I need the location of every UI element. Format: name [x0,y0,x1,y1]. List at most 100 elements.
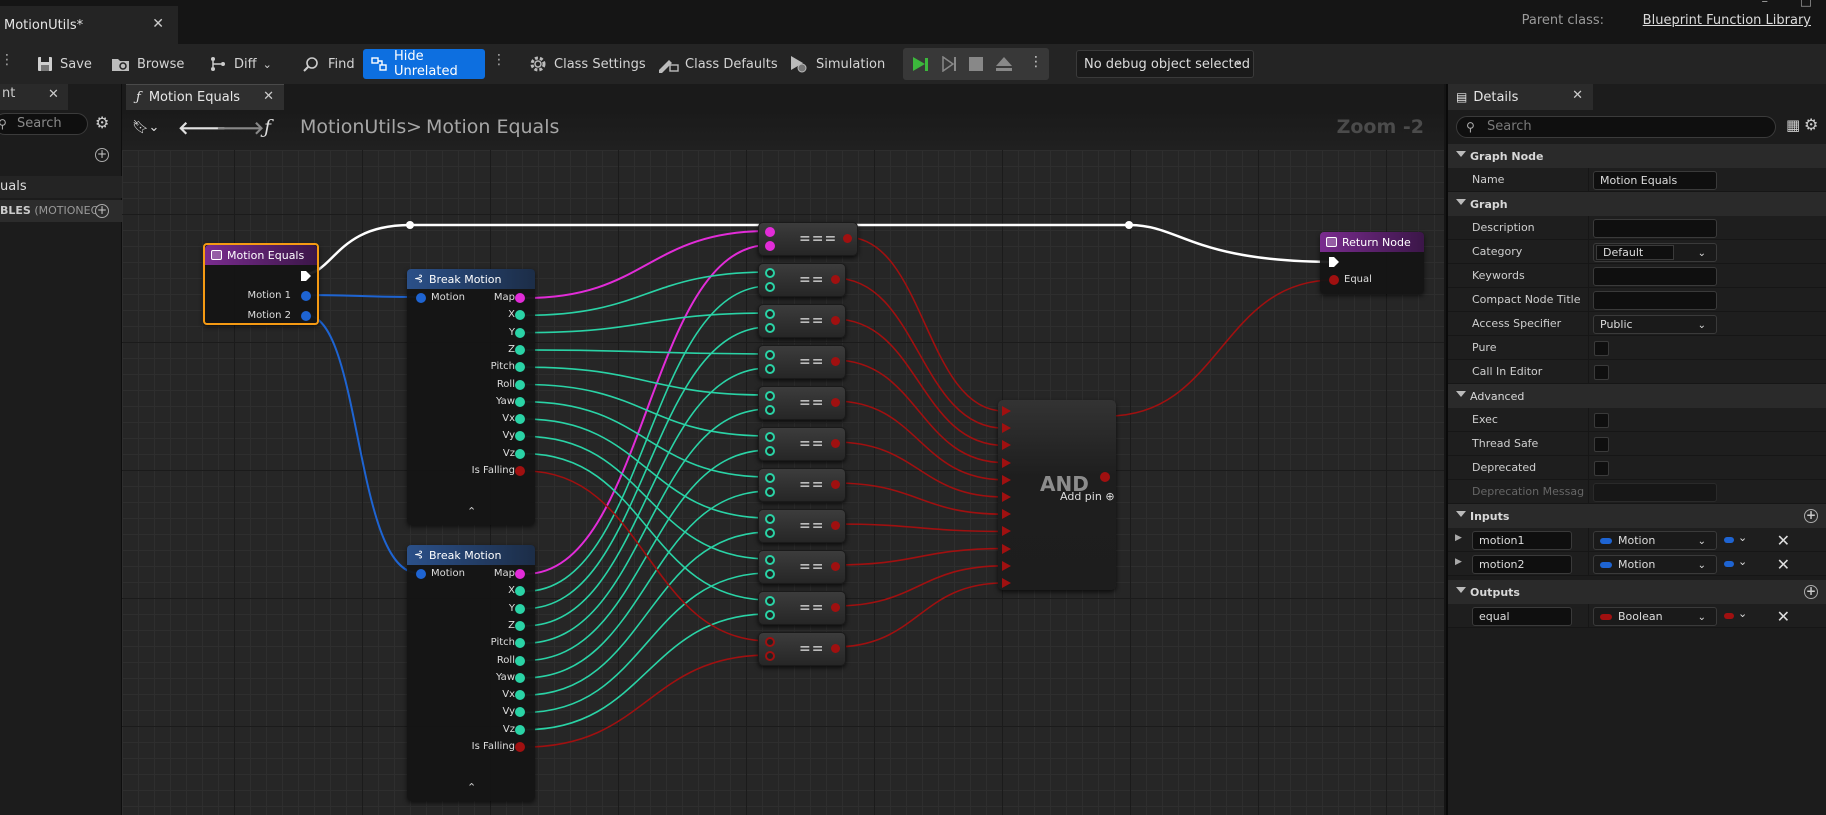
float-equals-node[interactable]: == [758,550,846,584]
bool-pin-icon[interactable] [1329,275,1339,285]
output-pin-icon[interactable] [515,655,525,666]
section-graph-node[interactable]: Graph Node [1448,144,1826,168]
category-value[interactable]: Default [1596,245,1674,260]
struct-pin-icon[interactable] [416,293,426,303]
add-output-icon[interactable]: + [1804,585,1818,599]
input-pin-icon[interactable] [765,596,775,606]
input-pin-icon[interactable] [765,473,775,483]
add-input-icon[interactable]: + [1804,509,1818,523]
exec-checkbox[interactable] [1594,413,1609,428]
float-equals-node[interactable]: == [758,591,846,625]
section-outputs[interactable]: Outputs + [1448,580,1826,604]
play-options-icon[interactable]: ⋮ [1029,54,1043,70]
output-pin-icon[interactable] [831,398,840,407]
output-pin-icon[interactable] [831,275,840,284]
and-node[interactable]: AND Add pin ⊕ [998,400,1116,590]
output-pin-icon[interactable] [515,603,525,614]
category-combo[interactable]: Default ⌄ [1593,243,1717,262]
expand-arrow-icon[interactable]: ▶ [1455,533,1462,543]
input-pin-icon[interactable] [765,323,775,333]
output-pin-icon[interactable] [515,310,525,321]
call-in-editor-checkbox[interactable] [1594,365,1609,380]
output-pin-icon[interactable] [515,638,525,649]
break-motion-node-2[interactable]: ⊰ Break Motion Motion Map X Y Z Pitch Roll Yaw… [407,545,535,801]
and-input-pin-icon[interactable] [1002,543,1011,554]
input-pin-icon[interactable] [765,227,775,237]
graph-tab-motion-equals[interactable]: ƒ Motion Equals ✕ [126,84,284,110]
struct-pin-icon[interactable] [416,569,426,579]
float-equals-node[interactable]: == [758,632,846,666]
output-pin-icon[interactable] [831,480,840,489]
remove-param-icon[interactable]: ✕ [1777,555,1790,574]
output-pin-icon[interactable] [831,562,840,571]
struct-pin-icon[interactable] [301,291,311,301]
float-equals-node[interactable]: == [758,427,846,461]
save-button[interactable]: Save [32,49,96,79]
details-tab[interactable]: ▤ Details ✕ [1448,84,1593,110]
input-pin-icon[interactable] [765,309,775,319]
output-pin-icon[interactable] [831,644,840,653]
input-pin-icon[interactable] [765,514,775,524]
section-advanced[interactable]: Advanced [1448,384,1826,408]
class-defaults-button[interactable]: Class Defaults [653,49,782,79]
thread-safe-checkbox[interactable] [1594,437,1609,452]
input-pin-icon[interactable] [765,391,775,401]
float-equals-node[interactable]: == [758,386,846,420]
struct-pin-icon[interactable] [301,311,311,321]
output-pin-icon[interactable] [515,293,525,303]
description-input[interactable] [1593,219,1717,238]
find-button[interactable]: Find [298,49,359,79]
container-type-icon[interactable] [1724,537,1734,543]
return-node[interactable]: Return Node Equal [1320,232,1424,294]
input-pin-icon[interactable] [765,555,775,565]
add-pin-button[interactable]: Add pin ⊕ [1060,490,1115,503]
and-input-pin-icon[interactable] [1002,457,1011,468]
close-icon[interactable]: ✕ [152,16,164,32]
function-list-item[interactable]: uals [0,176,122,198]
and-input-pin-icon[interactable] [1002,509,1011,520]
param-type-select[interactable]: Motion ⌄ [1593,531,1717,550]
input-pin-icon[interactable] [765,446,775,456]
chevron-down-icon[interactable]: ⌄ [1738,531,1747,544]
input-pin-icon[interactable] [765,405,775,415]
input-pin-icon[interactable] [765,528,775,538]
gear-icon[interactable]: ⚙ [95,113,109,132]
remove-param-icon[interactable]: ✕ [1777,531,1790,550]
close-icon[interactable]: ✕ [1572,88,1583,103]
float-equals-node[interactable]: == [758,345,846,379]
and-input-pin-icon[interactable] [1002,492,1011,502]
map-equals-node[interactable]: === [758,222,858,256]
details-search-input[interactable]: ⚲ Search [1456,116,1776,138]
compact-title-input[interactable] [1593,291,1717,310]
param-name-input[interactable]: equal [1472,607,1572,626]
add-icon[interactable]: + [95,148,109,162]
output-pin-icon[interactable] [515,362,525,373]
param-type-select[interactable]: Boolean ⌄ [1593,607,1717,626]
and-input-pin-icon[interactable] [1002,406,1011,416]
close-icon[interactable]: ✕ [48,87,59,102]
hide-unrelated-button[interactable]: Hide Unrelated [363,49,485,79]
graph-canvas[interactable]: 🔖︎⌄ 🡐 🡒 ƒ MotionUtils > Motion Equals Zo… [122,110,1444,815]
class-settings-button[interactable]: Class Settings [524,49,650,79]
deprecated-checkbox[interactable] [1594,461,1609,476]
hide-unrelated-options-icon[interactable]: ⋮ [492,52,506,76]
container-type-icon[interactable] [1724,561,1734,567]
parent-class-link[interactable]: Blueprint Function Library [1643,13,1811,28]
and-input-pin-icon[interactable] [1002,474,1011,485]
input-pin-icon[interactable] [765,487,775,497]
and-input-pin-icon[interactable] [1002,578,1011,588]
output-pin-icon[interactable] [843,234,852,243]
output-pin-icon[interactable] [515,466,525,476]
break-motion-node-1[interactable]: ⊰ Break Motion Motion Map X Y Z Pitch Roll Yaw… [407,269,535,525]
simulation-button[interactable]: Simulation [784,49,889,79]
section-graph[interactable]: Graph [1448,192,1826,216]
param-name-input[interactable]: motion2 [1472,555,1572,574]
exec-pin-icon[interactable] [1328,256,1340,268]
name-input[interactable]: Motion Equals [1593,171,1717,190]
output-pin-icon[interactable] [831,603,840,612]
gear-icon[interactable]: ⚙ [1804,115,1818,134]
output-pin-icon[interactable] [515,724,525,735]
chevron-down-icon[interactable]: ⌄ [1738,607,1747,620]
expand-arrow-icon[interactable]: ▶ [1455,557,1462,567]
and-input-pin-icon[interactable] [1002,526,1011,537]
